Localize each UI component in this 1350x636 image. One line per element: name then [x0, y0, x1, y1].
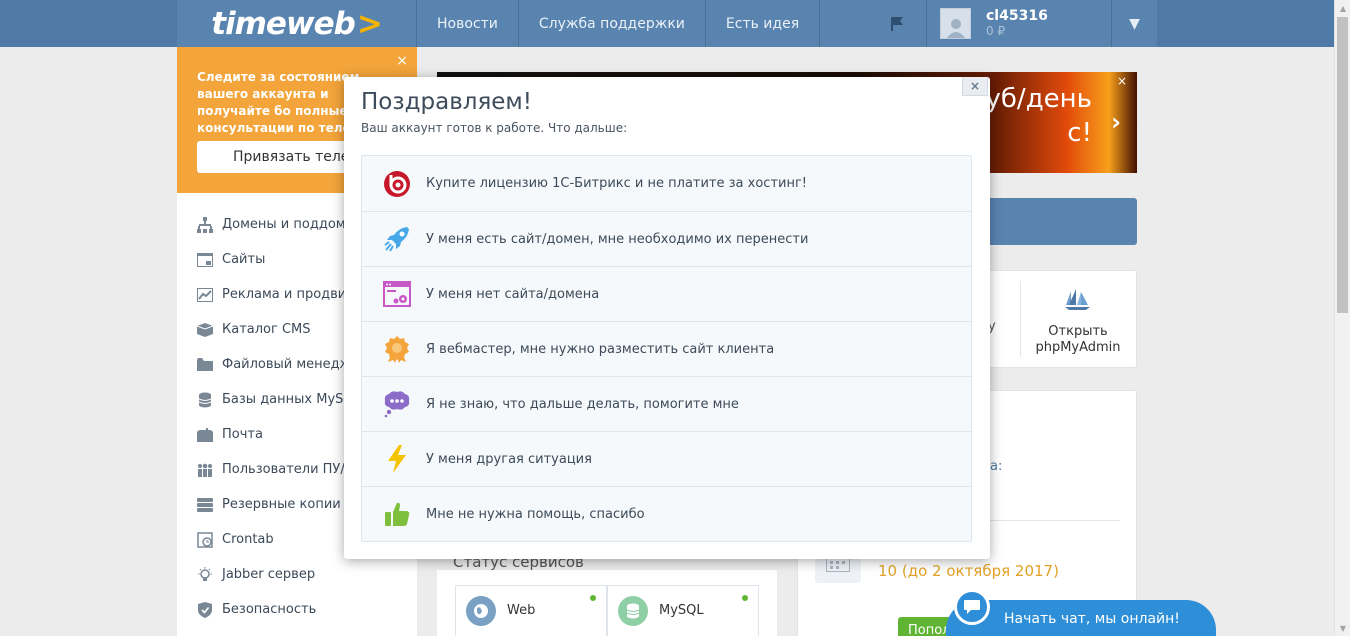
service-label: Web [507, 603, 536, 618]
logo-chevron: > [356, 5, 383, 42]
avatar [940, 8, 971, 39]
sitemap-icon [196, 216, 214, 234]
banner-line1: уб/день [985, 84, 1092, 114]
user-dropdown-icon[interactable]: ▼ [1112, 0, 1157, 47]
sidebar-item-label: Базы данных MySQL [222, 392, 361, 407]
banner-next-icon[interactable]: › [1111, 108, 1121, 136]
option-label: Мне не нужна помощь, спасибо [426, 506, 645, 522]
status-dot [590, 595, 596, 601]
sidebar-item-label: Безопасность [222, 602, 317, 617]
chat-bubble-icon[interactable] [954, 589, 990, 625]
database-icon [196, 391, 214, 409]
bulb-icon [196, 566, 214, 584]
phpmyadmin-label: Открыть phpMyAdmin [1028, 324, 1128, 356]
option-other[interactable]: У меня другая ситуация [362, 431, 971, 486]
sidebar-item-label: Каталог CMS [222, 322, 311, 337]
sidebar-item-label: Пользователи ПУ/FT [222, 462, 360, 477]
option-migrate[interactable]: У меня есть сайт/домен, мне необходимо и… [362, 211, 971, 266]
users-icon [196, 461, 214, 479]
sidebar-item-security[interactable]: Безопасность [177, 592, 417, 627]
user-name: cl45316 [986, 7, 1048, 24]
logo[interactable]: timeweb > [177, 0, 417, 47]
option-bitrix[interactable]: Купите лицензию 1С-Битрикс и не платите … [362, 156, 971, 211]
database-icon [618, 596, 648, 626]
scroll-up-icon[interactable]: ▲ [1335, 0, 1350, 16]
nav-news[interactable]: Новости [417, 0, 519, 47]
sidebar-item-label: Резервные копии [222, 497, 341, 512]
option-no-site[interactable]: У меня нет сайта/домена [362, 266, 971, 321]
user-info: cl45316 0 ₽ [986, 7, 1048, 39]
option-label: У меня нет сайта/домена [426, 286, 600, 302]
service-mysql[interactable]: MySQL [607, 585, 759, 636]
backup-icon [196, 496, 214, 514]
user-menu[interactable]: cl45316 0 ₽ [927, 0, 1112, 47]
sidebar-item-label: Crontab [222, 532, 274, 547]
chart-icon [196, 286, 214, 304]
sailboat-icon [1065, 289, 1090, 310]
scroll-thumb[interactable] [1337, 17, 1348, 313]
account-label-partial: а: [990, 459, 1003, 474]
thumbs-up-icon [383, 500, 411, 528]
option-help[interactable]: Я не знаю, что дальше делать, помогите м… [362, 376, 971, 431]
user-balance: 0 ₽ [986, 23, 1006, 38]
dialog-title: Поздравляем! [361, 89, 533, 115]
flag-button[interactable] [867, 0, 927, 47]
browser-icon [196, 251, 214, 269]
option-label: У меня другая ситуация [426, 451, 592, 467]
option-label: Я не знаю, что дальше делать, помогите м… [426, 396, 739, 412]
award-icon [383, 335, 411, 363]
shield-icon [196, 601, 214, 619]
site-settings-icon [383, 280, 411, 308]
service-web[interactable]: Web [455, 585, 607, 636]
promo-close-icon[interactable]: × [396, 53, 408, 69]
sidebar-item-label: Домены и поддоме [222, 217, 354, 232]
folder-icon [196, 356, 214, 374]
flag-icon [890, 17, 903, 31]
banner-close-icon[interactable]: × [1117, 74, 1127, 88]
dialog-subtitle: Ваш аккаунт готов к работе. Что дальше: [361, 121, 628, 135]
sidebar-item-label: Jabber сервер [222, 567, 316, 582]
scrollbar[interactable]: ▲ ▼ [1334, 0, 1350, 636]
nav-support[interactable]: Служба поддержки [519, 0, 706, 47]
sidebar-item-label: Почта [222, 427, 263, 442]
nav-idea[interactable]: Есть идея [706, 0, 821, 47]
logo-text: timeweb [211, 5, 356, 42]
thought-bubble-icon [383, 390, 411, 418]
option-webmaster[interactable]: Я вебмастер, мне нужно разместить сайт к… [362, 321, 971, 376]
phpmyadmin-line1: Открыть [1048, 324, 1108, 339]
sidebar-item-label: Сайты [222, 252, 266, 267]
welcome-dialog: × Поздравляем! Ваш аккаунт готов к работ… [344, 77, 990, 559]
chat-label: Начать чат, мы онлайн! [1004, 611, 1180, 627]
bitrix-icon [383, 170, 411, 198]
user-silhouette-icon [946, 19, 965, 38]
cron-icon [196, 531, 214, 549]
open-phpmyadmin-button[interactable]: Открыть phpMyAdmin [1028, 289, 1128, 356]
banner-line2: с! [1067, 118, 1092, 148]
status-dot [742, 595, 748, 601]
tools-divider [1020, 281, 1021, 357]
option-label: У меня есть сайт/домен, мне необходимо и… [426, 231, 809, 247]
option-label: Купите лицензию 1С-Битрикс и не платите … [426, 176, 808, 191]
mailbox-icon [196, 426, 214, 444]
paid-period: 10 (до 2 октября 2017) [878, 562, 1059, 580]
scroll-down-icon[interactable]: ▼ [1335, 620, 1350, 636]
option-label: Я вебмастер, мне нужно разместить сайт к… [426, 341, 775, 357]
top-bar-inner: timeweb > Новости Служба поддержки Есть и… [177, 0, 1157, 47]
options-list: Купите лицензию 1С-Битрикс и не платите … [361, 155, 972, 542]
globe-icon [466, 596, 496, 626]
option-no-help[interactable]: Мне не нужна помощь, спасибо [362, 486, 971, 541]
sidebar-item-jabber[interactable]: Jabber сервер [177, 557, 417, 592]
close-icon[interactable]: × [962, 77, 988, 96]
top-bar: timeweb > Новости Служба поддержки Есть и… [0, 0, 1334, 47]
banner-text: уб/день с! [986, 82, 1092, 150]
lightning-icon [383, 445, 411, 473]
rocket-icon [383, 225, 411, 253]
service-label: MySQL [659, 603, 704, 618]
box-icon [196, 321, 214, 339]
phpmyadmin-line2: phpMyAdmin [1035, 340, 1121, 355]
